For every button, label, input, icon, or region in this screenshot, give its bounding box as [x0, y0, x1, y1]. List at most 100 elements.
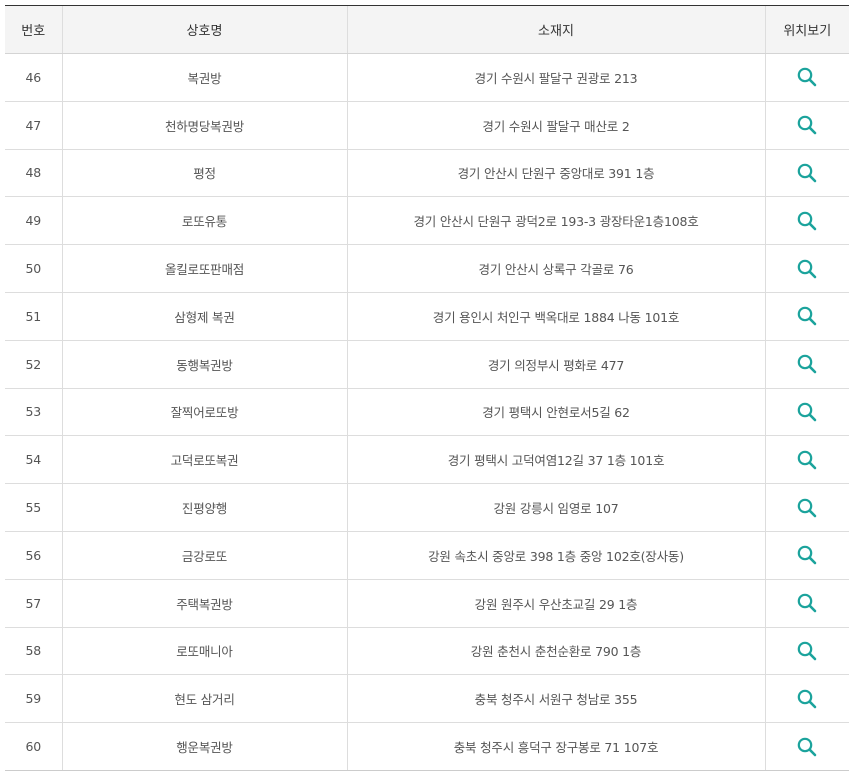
row-store-name: 로또매니아 [61, 627, 347, 676]
row-store-name: 잘찍어로또방 [61, 388, 347, 437]
table-row: 53 잘찍어로또방 경기 평택시 안현로서5길 62 [5, 388, 849, 437]
row-map-cell [764, 627, 849, 676]
row-address: 경기 평택시 안현로서5길 62 [346, 388, 765, 437]
row-map-cell [764, 435, 849, 485]
store-table: 번호 상호명 소재지 위치보기 46 복권방 경기 수원시 팔달구 권광로 213 4… [5, 5, 849, 771]
row-map-cell [764, 579, 849, 628]
row-store-name: 복권방 [61, 53, 347, 102]
row-store-name: 현도 삼거리 [61, 674, 347, 724]
search-icon [797, 307, 817, 326]
row-number: 57 [5, 579, 62, 628]
table-row: 55 진평양행 강원 강릉시 임영로 107 [5, 483, 849, 532]
row-address: 경기 평택시 고덕여염12길 37 1층 101호 [346, 435, 765, 485]
row-address: 강원 춘천시 춘천순환로 790 1층 [346, 627, 765, 676]
search-icon [797, 546, 817, 565]
search-icon [797, 593, 817, 613]
row-map-cell [764, 101, 849, 150]
row-number: 46 [5, 53, 62, 102]
header-store-name: 상호명 [61, 5, 347, 54]
table-row: 47 천하명당복권방 경기 수원시 팔달구 매산로 2 [5, 101, 849, 150]
row-store-name: 금강로또 [61, 531, 347, 580]
row-address: 경기 수원시 팔달구 매산로 2 [346, 101, 765, 150]
view-location-button[interactable] [796, 640, 818, 662]
row-map-cell [764, 196, 849, 246]
search-icon [797, 211, 817, 231]
view-location-button[interactable] [796, 592, 818, 614]
table-row: 51 삼형제 복권 경기 용인시 처인구 백옥대로 1884 나동 101호 [5, 292, 849, 341]
row-map-cell [764, 292, 849, 341]
row-map-cell [764, 674, 849, 724]
view-location-button[interactable] [796, 449, 818, 471]
row-address: 경기 안산시 상록구 각골로 76 [346, 244, 765, 293]
row-address: 충북 청주시 흥덕구 장구봉로 71 107호 [346, 722, 765, 771]
table-row: 48 평정 경기 안산시 단원구 중앙대로 391 1층 [5, 149, 849, 198]
search-icon [797, 641, 817, 661]
view-location-button[interactable] [796, 162, 818, 184]
row-number: 58 [5, 627, 62, 676]
row-map-cell [764, 388, 849, 437]
row-map-cell [764, 531, 849, 580]
row-address: 강원 원주시 우산초교길 29 1층 [346, 579, 765, 628]
row-map-cell [764, 244, 849, 293]
row-address: 경기 안산시 단원구 중앙대로 391 1층 [346, 149, 765, 198]
row-number: 47 [5, 101, 62, 150]
view-location-button[interactable] [796, 497, 818, 519]
table-row: 54 고덕로또복권 경기 평택시 고덕여염12길 37 1층 101호 [5, 435, 849, 485]
row-map-cell [764, 483, 849, 532]
table-row: 56 금강로또 강원 속초시 중앙로 398 1층 중앙 102호(장사동) [5, 531, 849, 580]
search-icon [797, 450, 817, 470]
row-store-name: 고덕로또복권 [61, 435, 347, 485]
row-store-name: 삼형제 복권 [61, 292, 347, 341]
header-map: 위치보기 [764, 5, 849, 54]
view-location-button[interactable] [796, 258, 818, 280]
row-store-name: 동행복권방 [61, 340, 347, 389]
row-store-name: 진평양행 [61, 483, 347, 532]
row-map-cell [764, 53, 849, 102]
search-icon [797, 163, 817, 183]
row-address: 충북 청주시 서원구 청남로 355 [346, 674, 765, 724]
header-no: 번호 [5, 5, 62, 54]
table-row: 58 로또매니아 강원 춘천시 춘천순환로 790 1층 [5, 627, 849, 676]
row-store-name: 평정 [61, 149, 347, 198]
view-location-button[interactable] [796, 688, 818, 710]
row-number: 48 [5, 149, 62, 198]
row-address: 경기 용인시 처인구 백옥대로 1884 나동 101호 [346, 292, 765, 341]
row-address: 강원 강릉시 임영로 107 [346, 483, 765, 532]
view-location-button[interactable] [796, 544, 818, 566]
row-store-name: 천하명당복권방 [61, 101, 347, 150]
table-row: 59 현도 삼거리 충북 청주시 서원구 청남로 355 [5, 674, 849, 724]
search-icon [797, 737, 817, 756]
row-map-cell [764, 340, 849, 389]
row-store-name: 행운복권방 [61, 722, 347, 771]
search-icon [797, 498, 817, 517]
row-address: 경기 의정부시 평화로 477 [346, 340, 765, 389]
table-row: 52 동행복권방 경기 의정부시 평화로 477 [5, 340, 849, 389]
view-location-button[interactable] [796, 66, 818, 88]
row-map-cell [764, 149, 849, 198]
search-icon [797, 689, 817, 709]
table-header: 번호 상호명 소재지 위치보기 [5, 5, 849, 54]
row-number: 53 [5, 388, 62, 437]
view-location-button[interactable] [796, 210, 818, 232]
view-location-button[interactable] [796, 401, 818, 423]
row-map-cell [764, 722, 849, 771]
search-icon [797, 115, 817, 135]
table-row: 57 주택복권방 강원 원주시 우산초교길 29 1층 [5, 579, 849, 628]
view-location-button[interactable] [796, 353, 818, 375]
row-address: 경기 수원시 팔달구 권광로 213 [346, 53, 765, 102]
row-number: 49 [5, 196, 62, 246]
table-row: 49 로또유통 경기 안산시 단원구 광덕2로 193-3 광장타운1층108호 [5, 196, 849, 246]
search-icon [797, 402, 817, 422]
row-store-name: 올킬로또판매점 [61, 244, 347, 293]
header-row: 번호 상호명 소재지 위치보기 [5, 5, 849, 54]
row-address: 경기 안산시 단원구 광덕2로 193-3 광장타운1층108호 [346, 196, 765, 246]
row-number: 55 [5, 483, 62, 532]
row-number: 60 [5, 722, 62, 771]
row-number: 54 [5, 435, 62, 485]
view-location-button[interactable] [796, 736, 818, 758]
row-number: 50 [5, 244, 62, 293]
row-store-name: 로또유통 [61, 196, 347, 246]
search-icon [797, 259, 817, 278]
view-location-button[interactable] [796, 305, 818, 327]
view-location-button[interactable] [796, 114, 818, 136]
